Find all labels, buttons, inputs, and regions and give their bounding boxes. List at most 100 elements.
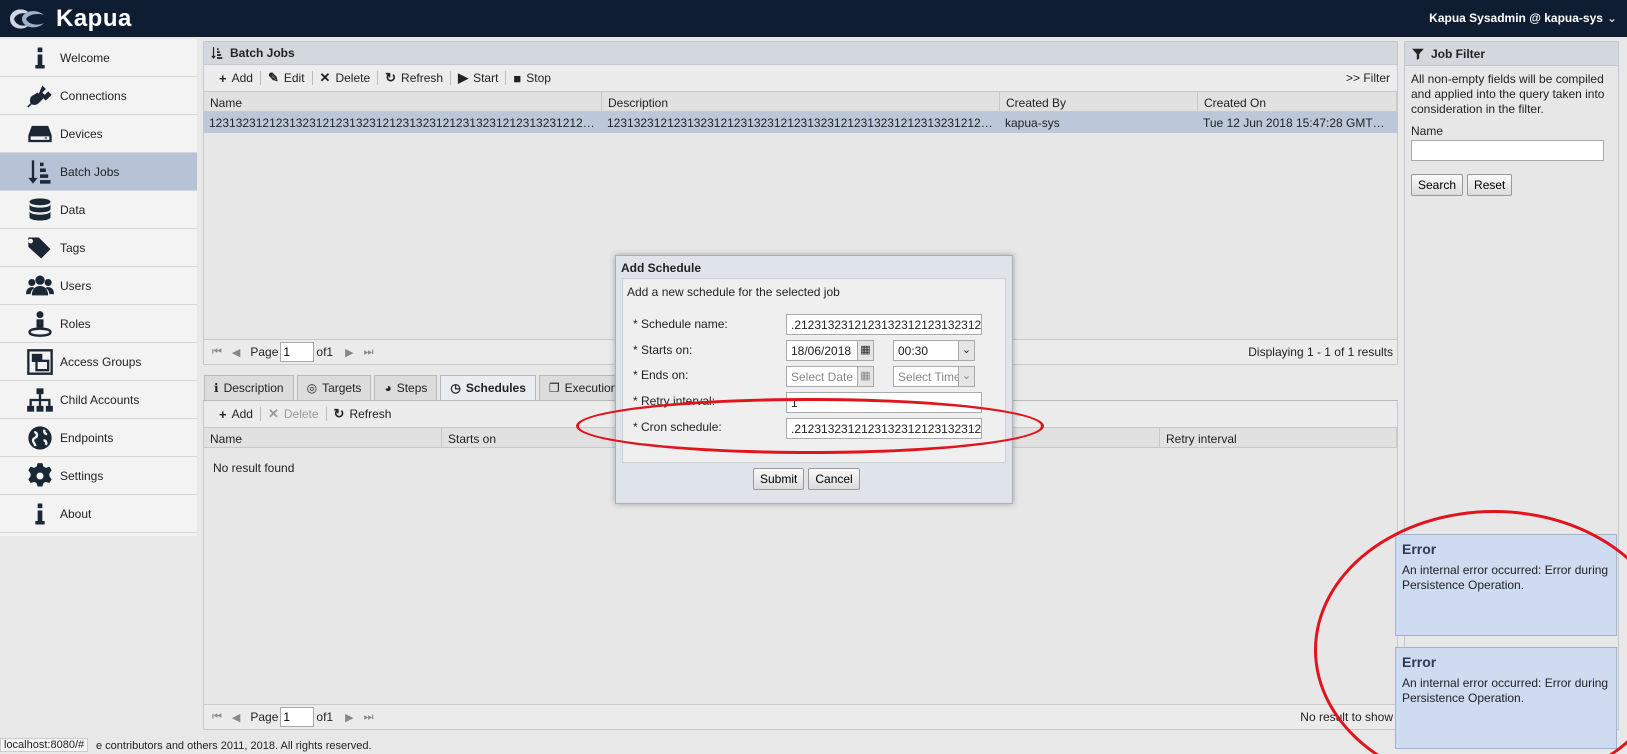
- sidebar-item-roles[interactable]: Roles: [0, 305, 197, 343]
- panel-header: Batch Jobs: [203, 41, 1398, 65]
- starts-date-input[interactable]: 18/06/2018 ▦: [786, 340, 874, 361]
- next-page-icon[interactable]: ▶: [345, 346, 353, 359]
- play-icon: ▶: [458, 70, 469, 85]
- sidebar-item-label: Connections: [60, 88, 127, 103]
- brand[interactable]: Kapua: [4, 3, 132, 34]
- add-schedule-button[interactable]: + Add: [212, 407, 260, 422]
- globe-icon: [22, 423, 58, 453]
- sidebar-item-about[interactable]: About: [0, 495, 197, 533]
- plus-icon: +: [219, 70, 227, 86]
- name-filter-input[interactable]: [1411, 140, 1604, 161]
- search-button[interactable]: Search: [1411, 174, 1464, 196]
- column-header-name[interactable]: Name: [204, 92, 602, 111]
- sidebar-item-data[interactable]: Data: [0, 191, 197, 229]
- delete-schedule-button[interactable]: ✕ Delete: [261, 406, 326, 422]
- sidebar-item-batch-jobs[interactable]: Batch Jobs: [0, 153, 197, 191]
- submit-button[interactable]: Submit: [753, 468, 805, 490]
- cell-created-on: Tue 12 Jun 2018 15:47:28 GMT+02...: [1203, 116, 1396, 130]
- prev-page-icon[interactable]: ◀: [232, 711, 240, 724]
- edit-button[interactable]: ✎ Edit: [261, 70, 312, 86]
- tab-description[interactable]: ℹ Description: [204, 375, 294, 400]
- schedule-name-input[interactable]: .2123132312123132312123132312123: [786, 314, 982, 335]
- sidebar-item-settings[interactable]: Settings: [0, 457, 197, 495]
- table-row[interactable]: 1231323121231323121231323121231323121231…: [203, 112, 1398, 133]
- page-input[interactable]: [280, 342, 315, 362]
- ends-time-input[interactable]: Select Time ⌄: [893, 366, 975, 387]
- start-button[interactable]: ▶ Start: [451, 70, 505, 86]
- pager-status: No result to show: [1300, 710, 1393, 724]
- column-header-description[interactable]: Description: [602, 92, 1000, 111]
- error-notification[interactable]: Error An internal error occurred: Error …: [1395, 534, 1617, 636]
- schedule-name-label: * Schedule name:: [633, 317, 728, 331]
- ends-date-input[interactable]: Select Date ▦: [786, 366, 874, 387]
- delete-label: Delete: [283, 407, 319, 421]
- sort-list-icon: [22, 157, 58, 187]
- column-header-created-on[interactable]: Created On: [1198, 92, 1397, 111]
- tab-label: Description: [223, 381, 284, 395]
- chevron-down-icon[interactable]: ⌄: [958, 341, 974, 360]
- top-bar: Kapua Kapua Sysadmin @ kapua-sys ⌄: [0, 0, 1627, 37]
- last-page-icon[interactable]: ⏭: [364, 346, 374, 359]
- sidebar-item-connections[interactable]: Connections: [0, 77, 197, 115]
- chevron-down-icon[interactable]: ⌄: [958, 367, 974, 386]
- ends-on-label: * Ends on:: [633, 368, 689, 382]
- error-notification[interactable]: Error An internal error occurred: Error …: [1395, 647, 1617, 749]
- hdd-icon: [22, 119, 58, 149]
- reset-button[interactable]: Reset: [1467, 174, 1513, 196]
- sidebar-item-welcome[interactable]: Welcome: [0, 39, 197, 77]
- delete-button[interactable]: ✕ Delete: [313, 70, 378, 86]
- first-page-icon[interactable]: ⏮: [212, 711, 222, 724]
- user-label: Kapua Sysadmin @ kapua-sys: [1429, 11, 1603, 25]
- sidebar-item-tags[interactable]: Tags: [0, 229, 197, 267]
- prev-page-icon[interactable]: ◀: [232, 346, 240, 359]
- close-icon: ✕: [267, 406, 279, 421]
- filter-title: Job Filter: [1431, 46, 1486, 61]
- column-header-created-by[interactable]: Created By: [1000, 92, 1198, 111]
- first-page-icon[interactable]: ⏮: [212, 346, 222, 359]
- tab-steps[interactable]: ◕ Steps: [374, 375, 438, 400]
- edit-icon: ✎: [267, 70, 279, 85]
- plug-icon: [22, 81, 58, 111]
- retry-interval-input[interactable]: 1: [786, 392, 982, 413]
- start-label: Start: [473, 71, 499, 85]
- refresh-label: Refresh: [401, 71, 444, 85]
- calendar-icon[interactable]: ▦: [857, 341, 873, 360]
- cell-name: 1231323121231323121231323121231323121231…: [209, 116, 601, 130]
- cron-schedule-input[interactable]: .2123132312123132312123132312123: [786, 418, 982, 439]
- user-menu[interactable]: Kapua Sysadmin @ kapua-sys ⌄: [1429, 11, 1617, 25]
- ends-date-placeholder: Select Date: [791, 370, 854, 384]
- stop-button[interactable]: ■ Stop: [506, 71, 558, 86]
- page-input[interactable]: [280, 707, 315, 727]
- next-page-icon[interactable]: ▶: [345, 711, 353, 724]
- sidebar-item-devices[interactable]: Devices: [0, 115, 197, 153]
- column-header-name[interactable]: Name: [204, 428, 442, 447]
- info-icon: [22, 43, 58, 73]
- info-icon: [22, 499, 58, 529]
- cancel-button[interactable]: Cancel: [808, 468, 860, 490]
- sidebar-item-access-groups[interactable]: Access Groups: [0, 343, 197, 381]
- tab-schedules[interactable]: ◷ Schedules: [440, 375, 536, 400]
- refresh-button[interactable]: ↻ Refresh: [378, 70, 450, 86]
- sidebar-item-child-accounts[interactable]: Child Accounts: [0, 381, 197, 419]
- app-name: Kapua: [56, 4, 132, 32]
- refresh-schedules-button[interactable]: ↻ Refresh: [327, 406, 399, 422]
- starts-time-value: 00:30: [898, 344, 929, 358]
- sidebar-item-users[interactable]: Users: [0, 267, 197, 305]
- dialog-actions: Submit Cancel: [753, 468, 860, 490]
- sidebar-item-label: Settings: [60, 468, 104, 483]
- sidebar-item-label: Devices: [60, 126, 103, 141]
- jobs-toolbar: + Add ✎ Edit ✕ Delete ↻ Refresh ▶ Start ■ Stop…: [203, 65, 1398, 91]
- filter-toggle-button[interactable]: >> Filter: [1339, 71, 1397, 85]
- column-header-retry-interval[interactable]: Retry interval: [1160, 428, 1397, 447]
- dialog-title: Add Schedule: [621, 261, 702, 275]
- empty-message: No result found: [213, 461, 295, 475]
- sidebar-item-endpoints[interactable]: Endpoints: [0, 419, 197, 457]
- tab-label: Targets: [322, 381, 362, 395]
- calendar-icon[interactable]: ▦: [857, 367, 873, 386]
- tab-targets[interactable]: ◎ Targets: [296, 375, 372, 400]
- last-page-icon[interactable]: ⏭: [364, 711, 374, 724]
- add-button[interactable]: + Add: [212, 71, 260, 86]
- starts-time-input[interactable]: 00:30 ⌄: [893, 340, 975, 361]
- panel-title: Batch Jobs: [230, 46, 295, 60]
- refresh-icon: ↻: [333, 406, 345, 421]
